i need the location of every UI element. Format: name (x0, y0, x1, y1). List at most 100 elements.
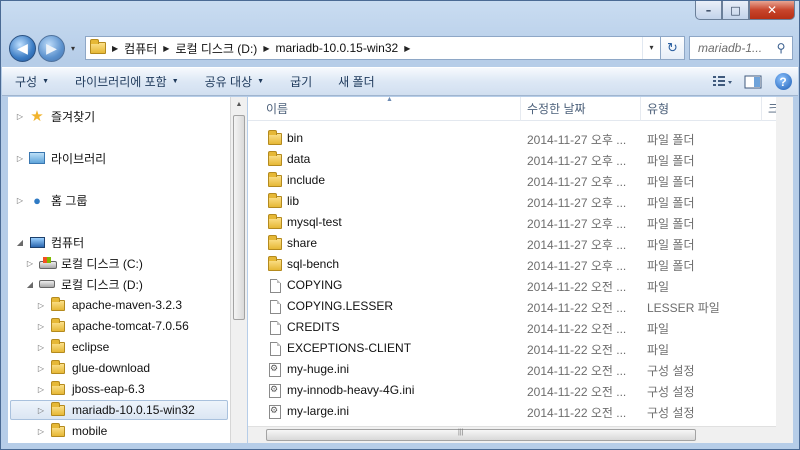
folder-icon (50, 380, 66, 397)
horizontal-scrollbar[interactable]: ||| (248, 426, 776, 443)
collapse-icon[interactable]: ◢ (14, 238, 26, 247)
file-modified-date: 2014-11-27 오후 ... (527, 175, 627, 189)
file-row[interactable]: my-innodb-heavy-4G.ini 2014-11-22 오전 ... 구… (248, 380, 793, 401)
file-name: sql-bench (287, 257, 340, 271)
file-row[interactable]: EXCEPTIONS-CLIENT 2014-11-22 오전 ... 파일 (248, 338, 793, 359)
nav-computer[interactable]: ◢ 컴퓨터 (14, 232, 84, 252)
chevron-right-icon[interactable]: ▶ (263, 44, 269, 53)
file-row[interactable]: data 2014-11-27 오후 ... 파일 폴더 (248, 149, 793, 170)
file-row[interactable]: sql-bench 2014-11-27 오후 ... 파일 폴더 (248, 254, 793, 275)
recent-pages-button[interactable]: ▾ (67, 44, 79, 53)
settings-file-icon (268, 383, 282, 398)
file-row[interactable]: my-large.ini 2014-11-22 오전 ... 구성 설정 (248, 401, 793, 422)
navigation-pane-scrollbar[interactable]: ▲ (230, 97, 247, 443)
preview-pane-icon (744, 75, 762, 88)
column-headers: ▲ 이름 수정한 날짜 유형 크 (248, 97, 793, 121)
address-bar[interactable]: ▶ 컴퓨터 ▶ 로컬 디스크 (D:) ▶ mariadb-10.0.15-wi… (85, 36, 685, 60)
nav-libraries[interactable]: ▷ 라이브러리 (14, 148, 106, 168)
navigation-pane: ▷ ★ 즐겨찾기 ▷ 라이브러리 ▷ ● 홈 그룹 ◢ 컴퓨터 ▷ 로컬 디스크… (8, 97, 230, 443)
expand-icon[interactable]: ▷ (35, 364, 47, 373)
breadcrumb-drive-d[interactable]: 로컬 디스크 (D:) (175, 40, 257, 57)
file-row[interactable]: my-huge.ini 2014-11-22 오전 ... 구성 설정 (248, 359, 793, 380)
caret-down-icon: ▼ (42, 78, 50, 85)
file-row[interactable]: CREDITS 2014-11-22 오전 ... 파일 (248, 317, 793, 338)
nav-folder[interactable]: ▷ jboss-eap-6.3 (35, 379, 145, 399)
change-view-button[interactable] (708, 68, 738, 95)
search-box[interactable]: mariadb-1... ⚲ (689, 36, 793, 60)
file-type: 파일 (647, 343, 670, 357)
file-row[interactable]: COPYING.LESSER 2014-11-22 오전 ... LESSER 파일 (248, 296, 793, 317)
nav-homegroup[interactable]: ▷ ● 홈 그룹 (14, 190, 88, 210)
file-row[interactable]: COPYING 2014-11-22 오전 ... 파일 (248, 275, 793, 296)
search-icon[interactable]: ⚲ (770, 41, 792, 55)
nav-drive-d[interactable]: ◢ 로컬 디스크 (D:) (24, 274, 143, 294)
chevron-right-icon[interactable]: ▶ (112, 44, 118, 53)
file-list-scrollbar[interactable] (776, 97, 793, 443)
folder-icon (50, 359, 66, 376)
file-row[interactable]: include 2014-11-27 오후 ... 파일 폴더 (248, 170, 793, 191)
burn-button[interactable]: 굽기 (277, 68, 325, 95)
chevron-right-icon[interactable]: ▶ (163, 44, 169, 53)
expand-icon[interactable]: ▷ (35, 301, 47, 310)
maximize-button[interactable]: □ (722, 1, 749, 20)
nav-folder[interactable]: ▷ apache-maven-3.2.3 (35, 295, 182, 315)
column-header-type[interactable]: 유형 (641, 97, 762, 121)
file-rows: bin 2014-11-27 오후 ... 파일 폴더 data 2014-11-27 … (248, 128, 793, 422)
nav-folder[interactable]: ▷ apache-tomcat-7.0.56 (35, 316, 189, 336)
expand-icon[interactable]: ▷ (35, 322, 47, 331)
nav-drive-c[interactable]: ▷ 로컬 디스크 (C:) (24, 253, 143, 273)
help-button[interactable]: ? (768, 68, 798, 95)
scroll-up-icon[interactable]: ▲ (231, 97, 247, 113)
file-row[interactable]: lib 2014-11-27 오후 ... 파일 폴더 (248, 191, 793, 212)
folder-icon (50, 317, 66, 334)
expand-icon[interactable]: ▷ (14, 196, 26, 205)
expand-icon[interactable]: ▷ (35, 385, 47, 394)
breadcrumb-computer[interactable]: 컴퓨터 (124, 40, 157, 57)
file-list: ▲ 이름 수정한 날짜 유형 크 bin 2014-11-27 오후 ... 파일 … (248, 97, 793, 443)
file-modified-date: 2014-11-27 오후 ... (527, 238, 627, 252)
expand-icon[interactable]: ▷ (14, 154, 26, 163)
scrollbar-thumb[interactable] (233, 115, 245, 320)
nav-folder-label: apache-tomcat-7.0.56 (72, 319, 189, 333)
file-type: 파일 폴더 (647, 133, 695, 147)
file-type: 파일 폴더 (647, 196, 695, 210)
nav-folder-selected[interactable]: ▷ mariadb-10.0.15-win32 (10, 400, 228, 420)
nav-homegroup-label: 홈 그룹 (51, 193, 88, 208)
organize-menu[interactable]: 구성 ▼ (2, 68, 62, 95)
nav-favorites[interactable]: ▷ ★ 즐겨찾기 (14, 106, 95, 126)
expand-icon[interactable]: ▷ (35, 343, 47, 352)
file-row[interactable]: mysql-test 2014-11-27 오후 ... 파일 폴더 (248, 212, 793, 233)
refresh-button[interactable]: ↻ (660, 37, 684, 59)
preview-pane-button[interactable] (738, 68, 768, 95)
new-folder-button[interactable]: 새 폴더 (325, 68, 387, 95)
column-header-modified[interactable]: 수정한 날짜 (521, 97, 641, 121)
minimize-button[interactable]: – (695, 1, 722, 20)
expand-icon[interactable]: ▷ (14, 112, 26, 121)
include-in-library-menu[interactable]: 라이브러리에 포함 ▼ (62, 68, 192, 95)
share-with-menu[interactable]: 공유 대상 ▼ (192, 68, 277, 95)
expand-icon[interactable]: ▷ (35, 406, 47, 415)
folder-icon (268, 255, 282, 272)
address-dropdown-button[interactable]: ▾ (642, 37, 660, 59)
close-button[interactable]: ✕ (749, 1, 795, 20)
back-button[interactable]: ◀ (9, 34, 36, 62)
nav-folder[interactable]: ▷ glue-download (35, 358, 150, 378)
column-header-name[interactable]: 이름 (260, 97, 521, 121)
breadcrumb-current-folder[interactable]: mariadb-10.0.15-win32 (275, 41, 398, 55)
chevron-right-icon[interactable]: ▶ (404, 44, 410, 53)
file-modified-date: 2014-11-22 오전 ... (527, 406, 627, 420)
file-name: CREDITS (287, 320, 340, 334)
forward-button[interactable]: ▶ (38, 34, 65, 62)
file-type: 파일 (647, 280, 670, 294)
expand-icon[interactable]: ▷ (24, 259, 36, 268)
expand-icon[interactable]: ▷ (35, 427, 47, 436)
nav-folder[interactable]: ▷ mobile (35, 421, 107, 441)
collapse-icon[interactable]: ◢ (24, 280, 36, 289)
scrollbar-thumb[interactable] (266, 429, 696, 441)
file-row[interactable]: bin 2014-11-27 오후 ... 파일 폴더 (248, 128, 793, 149)
search-input[interactable]: mariadb-1... (698, 41, 770, 55)
file-modified-date: 2014-11-27 오후 ... (527, 259, 627, 273)
nav-folder[interactable]: ▷ eclipse (35, 337, 109, 357)
file-row[interactable]: share 2014-11-27 오후 ... 파일 폴더 (248, 233, 793, 254)
explorer-window: – □ ✕ ◀ ▶ ▾ ▶ 컴퓨터 ▶ 로컬 디스크 (D:) ▶ mariad… (0, 0, 800, 450)
